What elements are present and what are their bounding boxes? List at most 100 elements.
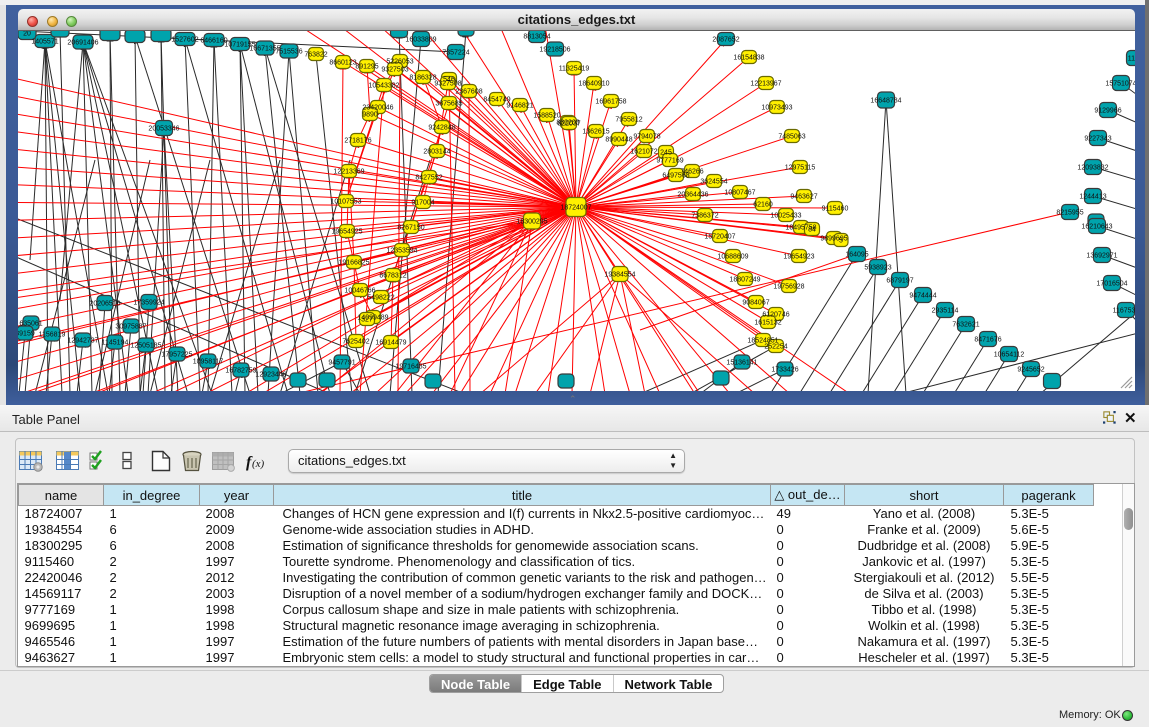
svg-text:1117: 1117 (1128, 56, 1135, 63)
svg-text:10688609: 10688609 (717, 254, 748, 261)
svg-text:9245652: 9245652 (1017, 367, 1044, 374)
svg-text:20053346: 20053346 (148, 126, 179, 133)
svg-text:7632621: 7632621 (952, 322, 979, 329)
svg-text:12093832: 12093832 (1077, 165, 1108, 172)
svg-text:62160: 62160 (753, 202, 773, 209)
svg-text:1156819: 1156819 (39, 332, 66, 339)
svg-text:10543382: 10543382 (368, 83, 399, 90)
svg-text:9115460: 9115460 (822, 206, 849, 213)
svg-text:15720407: 15720407 (704, 234, 735, 241)
svg-text:10107553: 10107553 (330, 199, 361, 206)
svg-text:19654925: 19654925 (331, 229, 362, 236)
svg-text:1588520: 1588520 (533, 113, 560, 120)
svg-text:12923446: 12923446 (255, 372, 286, 379)
svg-text:1405571: 1405571 (31, 39, 58, 46)
svg-text:252254: 252254 (764, 344, 787, 351)
svg-text:13692971: 13692971 (1086, 253, 1117, 260)
svg-text:8990448: 8990448 (605, 137, 632, 144)
svg-text:5: 5 (839, 238, 843, 245)
svg-text:84: 84 (808, 227, 816, 234)
svg-text:9242848: 9242848 (428, 125, 455, 132)
svg-text:3624554: 3624554 (700, 179, 727, 186)
svg-text:5226053: 5226053 (386, 59, 413, 66)
svg-text:19716485: 19716485 (395, 364, 426, 371)
svg-text:11325419: 11325419 (559, 66, 590, 73)
svg-text:16648784: 16648784 (870, 98, 901, 105)
svg-text:8660123: 8660123 (329, 60, 356, 67)
svg-text:2935114: 2935114 (932, 308, 959, 315)
svg-text:9463627: 9463627 (790, 194, 817, 201)
svg-text:635061: 635061 (19, 321, 42, 328)
svg-text:8186328: 8186328 (409, 75, 436, 82)
svg-text:763822: 763822 (304, 52, 327, 59)
svg-text:2367608: 2367608 (455, 89, 482, 96)
svg-text:19756928: 19756928 (773, 284, 804, 291)
svg-text:12505185: 12505185 (130, 343, 161, 350)
svg-text:9474444: 9474444 (909, 293, 936, 300)
svg-text:7955812: 7955812 (615, 117, 642, 124)
svg-text:18807249: 18807249 (729, 277, 760, 284)
svg-text:164095: 164095 (845, 252, 868, 259)
svg-text:7357224: 7357224 (442, 50, 469, 57)
svg-text:20: 20 (23, 31, 31, 38)
svg-text:20691406: 20691406 (67, 40, 98, 47)
svg-text:1167533: 1167533 (1113, 308, 1135, 315)
svg-text:18724007: 18724007 (560, 205, 591, 212)
svg-text:18300295: 18300295 (516, 219, 547, 226)
svg-text:23420046: 23420046 (362, 105, 393, 112)
svg-text:9227343: 9227343 (1084, 136, 1111, 143)
svg-text:19218506: 19218506 (539, 47, 570, 54)
svg-text:16210643: 16210643 (1081, 224, 1112, 231)
svg-text:(x): (x) (252, 458, 265, 470)
svg-text:9890: 9890 (362, 112, 378, 119)
svg-text:327: 327 (361, 317, 373, 324)
svg-text:1615132: 1615132 (754, 320, 781, 327)
svg-text:6497568: 6497568 (662, 173, 689, 180)
svg-text:10807467: 10807467 (724, 190, 755, 197)
svg-text:12975115: 12975115 (785, 165, 816, 172)
svg-text:9899695: 9899695 (820, 236, 847, 243)
svg-text:8427552: 8427552 (415, 175, 442, 182)
svg-text:17359924: 17359924 (133, 300, 164, 307)
svg-text:9777169: 9777169 (656, 158, 683, 165)
svg-text:19166825: 19166825 (338, 260, 369, 267)
svg-text:12213369: 12213369 (333, 169, 364, 176)
svg-text:1362615: 1362615 (582, 129, 609, 136)
svg-text:16782759: 16782759 (225, 368, 256, 375)
svg-text:9129966: 9129966 (1094, 108, 1121, 115)
svg-text:7515536: 7515536 (275, 49, 302, 56)
svg-text:10046766: 10046766 (344, 288, 375, 295)
svg-text:16914479: 16914479 (375, 340, 406, 347)
svg-text:16033809: 16033809 (405, 37, 436, 44)
svg-text:15136141: 15136141 (726, 360, 757, 367)
svg-text:12353594: 12353594 (386, 248, 417, 255)
svg-text:20206516: 20206516 (89, 301, 120, 308)
svg-text:9146821: 9146821 (506, 103, 533, 110)
svg-text:9084067: 9084067 (742, 300, 769, 307)
svg-text:8813054: 8813054 (523, 34, 550, 41)
svg-text:17016504: 17016504 (1096, 281, 1127, 288)
svg-text:7625402: 7625402 (342, 339, 369, 346)
svg-text:12213967: 12213967 (750, 81, 781, 88)
svg-text:9327503: 9327503 (381, 67, 408, 74)
svg-text:1621072: 1621072 (630, 149, 657, 156)
svg-text:1145194: 1145194 (102, 340, 129, 347)
svg-text:20364436: 20364436 (677, 192, 708, 199)
svg-text:9794078: 9794078 (633, 134, 660, 141)
svg-text:7386372: 7386372 (691, 213, 718, 220)
svg-text:2803144: 2803144 (423, 149, 450, 156)
svg-text:891295: 891295 (355, 64, 378, 71)
svg-text:17957225: 17957225 (161, 352, 192, 359)
svg-text:10958117: 10958117 (193, 359, 224, 366)
svg-text:822037: 822037 (557, 121, 580, 128)
svg-text:16154838: 16154838 (733, 55, 764, 62)
svg-text:10654112: 10654112 (994, 352, 1025, 359)
svg-text:8267150: 8267150 (397, 225, 424, 232)
svg-text:7485063: 7485063 (778, 134, 805, 141)
svg-text:15751074: 15751074 (1105, 81, 1135, 88)
svg-text:6120746: 6120746 (762, 312, 789, 319)
svg-text:1733426: 1733426 (771, 367, 798, 374)
svg-text:2718176: 2718176 (344, 138, 371, 145)
svg-text:39159: 39159 (18, 331, 35, 338)
svg-text:5938923: 5938923 (864, 265, 891, 272)
